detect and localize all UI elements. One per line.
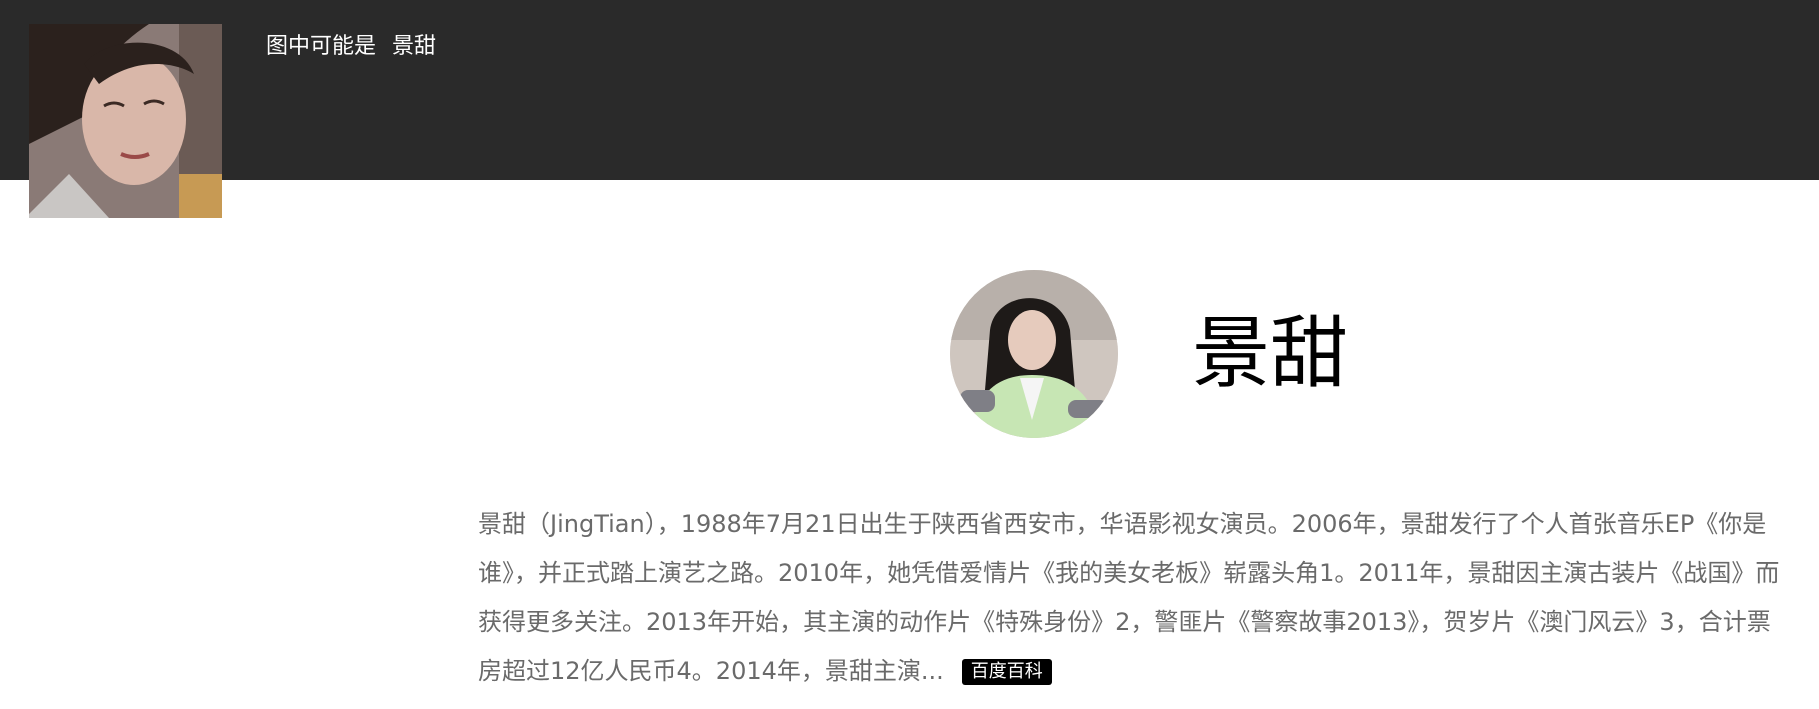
query-face-photo: [29, 24, 222, 218]
baike-source-badge[interactable]: 百度百科: [961, 659, 1052, 685]
query-image-thumbnail[interactable]: [29, 24, 222, 218]
person-portrait-photo: [950, 270, 1118, 438]
guess-person-name[interactable]: 景甜: [392, 34, 436, 59]
description-text: 景甜（JingTian），1988年7月21日出生于陕西省西安市，华语影视女演员…: [478, 510, 1780, 685]
person-description: 景甜（JingTian），1988年7月21日出生于陕西省西安市，华语影视女演员…: [478, 500, 1788, 696]
guess-label: 图中可能是: [266, 34, 377, 59]
person-name-title: 景甜: [1192, 309, 1349, 399]
person-avatar[interactable]: [950, 270, 1118, 438]
face-recognition-result-page: 图中可能是 景甜 景甜 景甜（JingTian），1988年7月21日出生于陕西省…: [0, 0, 1819, 709]
query-header-bar: [0, 0, 1819, 180]
recognition-guess: 图中可能是 景甜: [266, 30, 436, 64]
